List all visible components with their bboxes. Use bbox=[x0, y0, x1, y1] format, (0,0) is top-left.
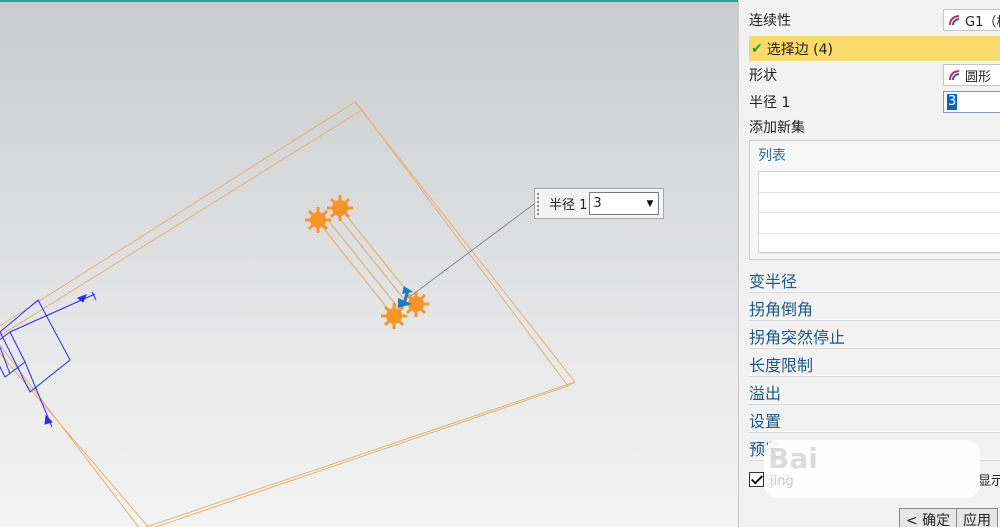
slot-edges bbox=[319, 209, 415, 315]
circle-shape-icon bbox=[949, 69, 960, 80]
section-variable-radius[interactable]: 变半径 bbox=[749, 268, 1000, 292]
radius-row: 半径 1 3 bbox=[749, 91, 1000, 113]
section-stop-short-of-corner[interactable]: 拐角突然停止 bbox=[749, 324, 1000, 348]
list-row[interactable] bbox=[759, 213, 1000, 234]
continuity-label: 连续性 bbox=[749, 13, 791, 29]
check-icon: ✔ bbox=[751, 40, 763, 57]
continuity-value: G1（相切） bbox=[965, 14, 1000, 30]
continuity-row: 连续性 G1（相切） bbox=[749, 9, 1000, 31]
radius-input-value[interactable]: 3 bbox=[947, 94, 958, 110]
apply-button[interactable]: 应用 bbox=[956, 508, 998, 527]
list-row[interactable] bbox=[759, 234, 1000, 254]
chevron-down-icon[interactable]: ▼ bbox=[642, 199, 658, 209]
popup-radius-combo[interactable]: 3 ▼ bbox=[589, 192, 659, 215]
radius-popup[interactable]: 半径 1 3 ▼ bbox=[534, 188, 664, 219]
shape-label: 形状 bbox=[749, 68, 777, 84]
shape-select[interactable]: 圆形 bbox=[943, 64, 1000, 86]
section-length-limit[interactable]: 长度限制 bbox=[749, 352, 1000, 376]
popup-radius-value[interactable]: 3 bbox=[593, 196, 642, 211]
list-row[interactable] bbox=[759, 172, 1000, 193]
show-result-button[interactable]: 显示结果 bbox=[978, 470, 1000, 489]
section-settings[interactable]: 设置 bbox=[749, 408, 1000, 432]
drag-grip-icon[interactable] bbox=[537, 192, 543, 215]
list-table[interactable] bbox=[758, 171, 1000, 254]
watermark-logo: Bai bbox=[768, 442, 818, 475]
model-geometry[interactable] bbox=[0, 2, 738, 527]
csys-icon bbox=[0, 291, 97, 428]
section-overflow[interactable]: 溢出 bbox=[749, 380, 1000, 404]
popup-radius-label: 半径 1 bbox=[549, 198, 588, 213]
shape-row: 形状 圆形 bbox=[749, 64, 1000, 86]
list-title: 列表 bbox=[758, 148, 786, 164]
graphics-viewport[interactable]: 半径 1 3 ▼ bbox=[0, 0, 738, 527]
watermark: Bai jing bbox=[764, 440, 980, 498]
fillet-handles[interactable] bbox=[305, 195, 429, 329]
continuity-icon bbox=[949, 14, 960, 25]
radius-input[interactable]: 3 bbox=[943, 91, 1000, 113]
shape-value: 圆形 bbox=[965, 69, 992, 85]
add-new-set-row[interactable]: 添加新集 bbox=[749, 117, 1000, 137]
list-row[interactable] bbox=[759, 193, 1000, 213]
continuity-select[interactable]: G1（相切） bbox=[943, 9, 1000, 31]
section-corner-setback[interactable]: 拐角倒角 bbox=[749, 296, 1000, 320]
radius-label: 半径 1 bbox=[749, 95, 791, 111]
preview-checkbox[interactable] bbox=[749, 471, 764, 487]
select-edge-row[interactable]: ✔ 选择边 (4) bbox=[749, 36, 1000, 61]
list-group: 列表 bbox=[749, 140, 1000, 260]
leader-line bbox=[407, 203, 535, 299]
plate-outline bbox=[0, 101, 576, 527]
add-new-set-label: 添加新集 bbox=[749, 120, 805, 136]
select-edge-label: 选择边 (4) bbox=[766, 41, 834, 58]
watermark-text: jing bbox=[770, 474, 794, 489]
